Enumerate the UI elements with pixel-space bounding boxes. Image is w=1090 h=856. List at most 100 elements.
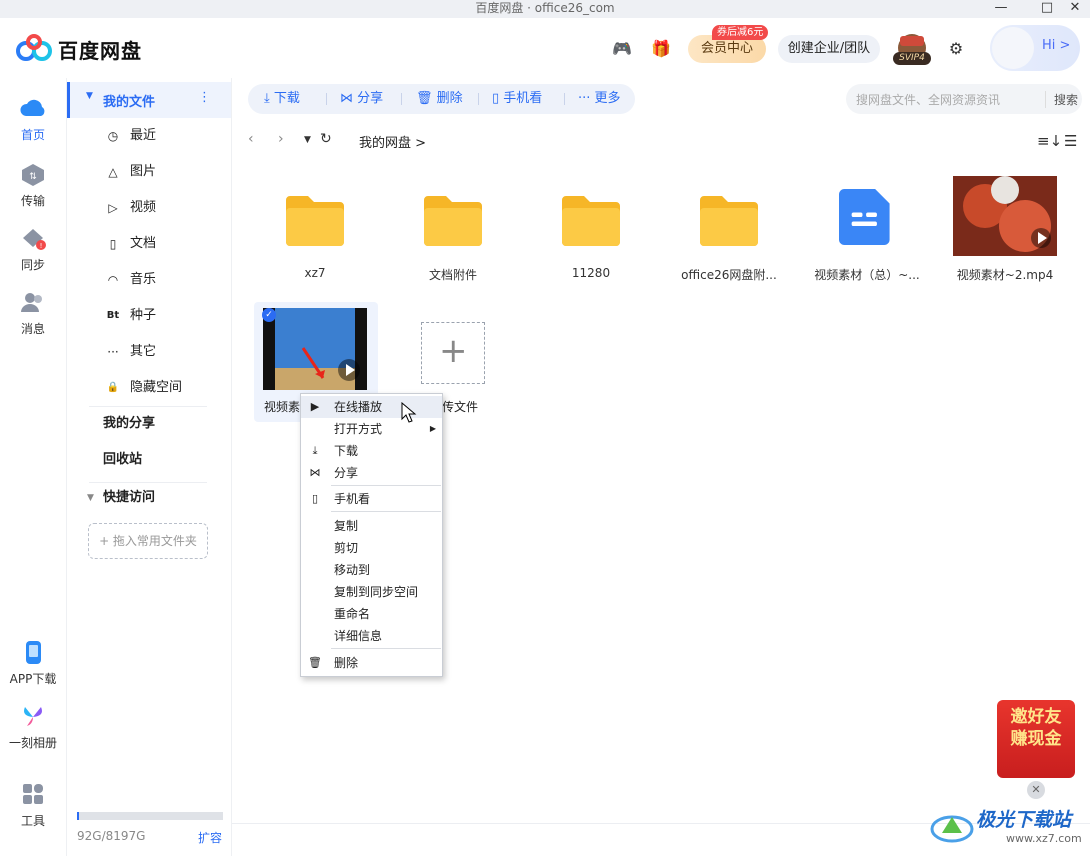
download-label: 下载 [273,91,300,106]
sidebar-item-music[interactable]: ◠ 音乐 [67,262,231,298]
more-button[interactable]: ··· 更多 [578,84,621,114]
left-rail: 首页 ⇅ 传输 ! 同步 消息 APP下载 一刻相册 工具 [0,78,66,856]
search-box[interactable]: 搜网盘文件、全网资源资讯 搜索 [846,84,1082,114]
menu-item-move-to[interactable]: 移动到 [301,559,442,581]
sidebar-my-share[interactable]: 我的分享 [67,406,231,442]
checkbox-checked-icon[interactable]: ✓ [262,308,276,322]
folder-icon [424,196,482,246]
rail-tools[interactable]: 工具 [0,782,66,829]
expand-storage-link[interactable]: 扩容 [198,829,222,846]
watermark-text: 极光下载站 [976,809,1072,831]
file-tile[interactable]: office26网盘附... [669,176,789,296]
file-tile[interactable]: xz7 [255,176,375,296]
file-tile[interactable]: 视频素材（总）~... [807,176,927,296]
menu-item-download[interactable]: ⤓ 下载 [301,440,442,462]
sidebar-item-other[interactable]: ··· 其它 [67,334,231,370]
sidebar-recycle-bin[interactable]: 回收站 [67,442,231,478]
menu-item-label: 剪切 [334,541,359,555]
drop-common-folder-zone[interactable]: + 拖入常用文件夹 [88,523,208,559]
delete-button[interactable]: 🗑 删除 [416,84,463,114]
phone-app-icon [26,641,41,664]
phone-view-button[interactable]: ▯ 手机看 [492,84,542,114]
collapse-caret-icon[interactable]: ▼ [86,91,93,101]
sidebar-item-recent[interactable]: ◷ 最近 [67,118,231,154]
menu-item-cut[interactable]: 剪切 [301,537,442,559]
share-button[interactable]: ⋈ 分享 [340,84,383,114]
home-cloud-icon [20,99,45,116]
sidebar-item-images[interactable]: △ 图片 [67,154,231,190]
menu-item-phone-view[interactable]: ▯ 手机看 [301,488,442,510]
search-button[interactable]: 搜索 [1044,91,1078,108]
promo-line-2: 赚现金 [1010,729,1062,749]
sort-icon[interactable]: ≡↓ [1037,132,1062,150]
toolbar-separator [326,93,327,105]
sidebar-item-documents[interactable]: ▯ 文档 [67,226,231,262]
rail-home[interactable]: 首页 [0,96,66,143]
history-dropdown-icon[interactable]: ▼ [304,135,311,145]
invite-friends-promo[interactable]: 邀好友 赚现金 [997,700,1075,778]
app-header: 百度网盘 🎮 🎁 会员中心 券后减6元 创建企业/团队 SVIP4 ⚙ Hi > [0,18,1090,78]
window-title: 百度网盘 · office26_com [475,1,615,15]
sidebar-item-hidden-space[interactable]: 🔒 隐藏空间 [67,370,231,406]
rail-moment-album[interactable]: 一刻相册 [0,704,66,751]
menu-item-copy-to-sync[interactable]: 复制到同步空间 [301,581,442,603]
file-tile[interactable]: 11280 [531,176,651,296]
sidebar-item-videos[interactable]: ▷ 视频 [67,190,231,226]
more-dots-icon: ··· [578,91,591,106]
menu-item-label: 手机看 [334,492,371,506]
maximize-button[interactable]: □ [1032,0,1062,18]
menu-separator [331,511,441,512]
rail-sync[interactable]: ! 同步 [0,226,66,273]
list-view-icon[interactable]: ☰ [1064,132,1077,150]
settings-icon[interactable]: ⚙ [945,38,967,60]
sync-icon: ! [23,229,46,250]
menu-item-share[interactable]: ⋈ 分享 [301,462,442,484]
rail-app-download[interactable]: APP下载 [0,640,66,687]
menu-item-copy[interactable]: 复制 [301,515,442,537]
play-triangle-icon: ▶ [310,400,320,413]
bt-icon: Bt [106,310,120,321]
folder-icon [700,196,758,246]
delete-label: 删除 [436,91,463,106]
download-button[interactable]: ⤓ 下载 [264,84,300,114]
user-avatar-pill[interactable]: Hi > [990,25,1080,71]
upload-tile-label: 传文件 [442,400,479,414]
sidebar-quick-access[interactable]: ▼ 快捷访问 [67,480,231,516]
mouse-cursor-icon [401,402,417,423]
rail-sync-label: 同步 [20,258,45,272]
upload-file-button[interactable]: + [421,322,485,384]
rail-messages[interactable]: 消息 [0,290,66,337]
rail-transfer[interactable]: ⇅ 传输 [0,162,66,209]
file-name: 视频素材（总）~... [814,268,920,282]
menu-item-delete[interactable]: 🗑 删除 [301,652,442,674]
minimize-button[interactable]: — [986,0,1016,18]
search-input[interactable]: 搜网盘文件、全网资源资讯 [856,91,1000,108]
menu-item-label: 移动到 [334,563,371,577]
promo-close-icon[interactable]: ✕ [1027,781,1045,799]
folder-icon [286,196,344,246]
menu-item-label: 分享 [334,466,359,480]
back-arrow-icon[interactable]: ‹ [248,131,254,147]
menu-item-play-online[interactable]: ▶ 在线播放 [301,396,442,418]
menu-item-label: 在线播放 [334,400,383,414]
file-tile[interactable]: 视频素材~2.mp4 [945,176,1065,296]
file-toolbar: ⤓ 下载 ⋈ 分享 🗑 删除 ▯ 手机看 ··· 更多 [248,84,635,114]
rail-tools-label: 工具 [20,814,45,828]
game-icon[interactable]: 🎮 [611,38,633,60]
download-icon: ⤓ [312,444,318,457]
menu-separator [331,648,441,649]
close-button[interactable]: ✕ [1060,0,1090,18]
sidebar-item-torrents[interactable]: Bt 种子 [67,298,231,334]
gift-icon[interactable]: 🎁 [650,38,672,60]
file-tile[interactable]: 文档附件 [393,176,513,296]
breadcrumb[interactable]: 我的网盘 > [359,132,426,151]
create-team-button[interactable]: 创建企业/团队 [778,35,880,63]
menu-item-open-with[interactable]: 打开方式 ▶ [301,418,442,440]
more-vertical-icon[interactable]: ⋮ [198,90,211,105]
sidebar-my-files[interactable]: ▼ 我的文件 ⋮ [67,82,231,118]
refresh-icon[interactable]: ↻ [320,131,332,147]
menu-item-rename[interactable]: 重命名 [301,603,442,625]
menu-item-details[interactable]: 详细信息 [301,625,442,647]
svg-text:⇅: ⇅ [29,172,37,182]
forward-arrow-icon[interactable]: › [278,131,284,147]
